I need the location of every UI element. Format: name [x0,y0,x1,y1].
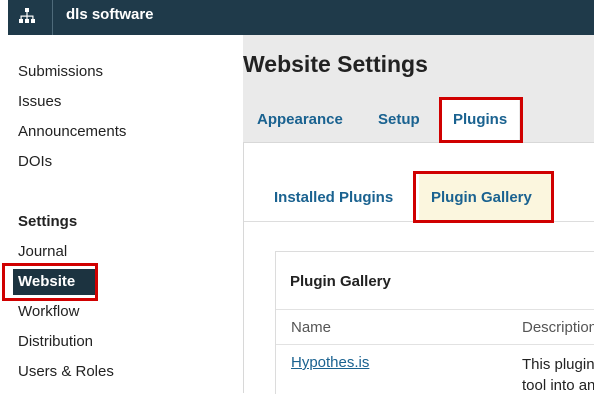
top-navbar: dls software [8,0,594,35]
sidebar-item-submissions[interactable]: Submissions [18,63,103,80]
app-title[interactable]: dls software [66,6,154,23]
sidebar-item-distribution[interactable]: Distribution [18,333,93,350]
column-header-name[interactable]: Name [291,319,331,336]
sidebar-item-users-roles[interactable]: Users & Roles [18,363,114,380]
tab-plugins[interactable]: Plugins [453,111,507,128]
plugin-description-line-2: tool into an [522,377,594,394]
sidebar-heading-settings: Settings [18,213,78,230]
topbar-divider [52,0,53,35]
sidebar-item-workflow[interactable]: Workflow [18,303,79,320]
tab-appearance[interactable]: Appearance [257,111,343,128]
subtab-plugin-gallery[interactable]: Plugin Gallery [431,189,532,206]
plugin-name-link[interactable]: Hypothes.is [291,354,369,371]
sidebar-item-website[interactable]: Website [13,269,95,295]
main-content: Website Settings Appearance Setup Plugin… [243,35,594,394]
sidebar: Submissions Issues Announcements DOIs Se… [8,35,243,392]
page-title: Website Settings [243,51,428,77]
card-divider [276,309,594,310]
plugin-description-line-1: This plugin [522,356,594,373]
subtab-divider [244,221,594,222]
column-header-description[interactable]: Description [522,319,594,336]
tab-setup[interactable]: Setup [378,111,420,128]
sidebar-item-dois[interactable]: DOIs [18,153,52,170]
plugin-description: This plugin tool into an [522,354,594,396]
sidebar-item-journal[interactable]: Journal [18,243,67,260]
sidebar-item-announcements[interactable]: Announcements [18,123,126,140]
plugin-gallery-card: Plugin Gallery Name Description Hypothes… [275,251,594,394]
table-header-divider [276,344,594,345]
sidebar-item-issues[interactable]: Issues [18,93,61,110]
card-title: Plugin Gallery [290,273,391,290]
plugins-panel: Installed Plugins Plugin Gallery Plugin … [243,142,594,394]
sitemap-icon[interactable] [18,7,36,25]
subtab-installed-plugins[interactable]: Installed Plugins [274,189,393,206]
